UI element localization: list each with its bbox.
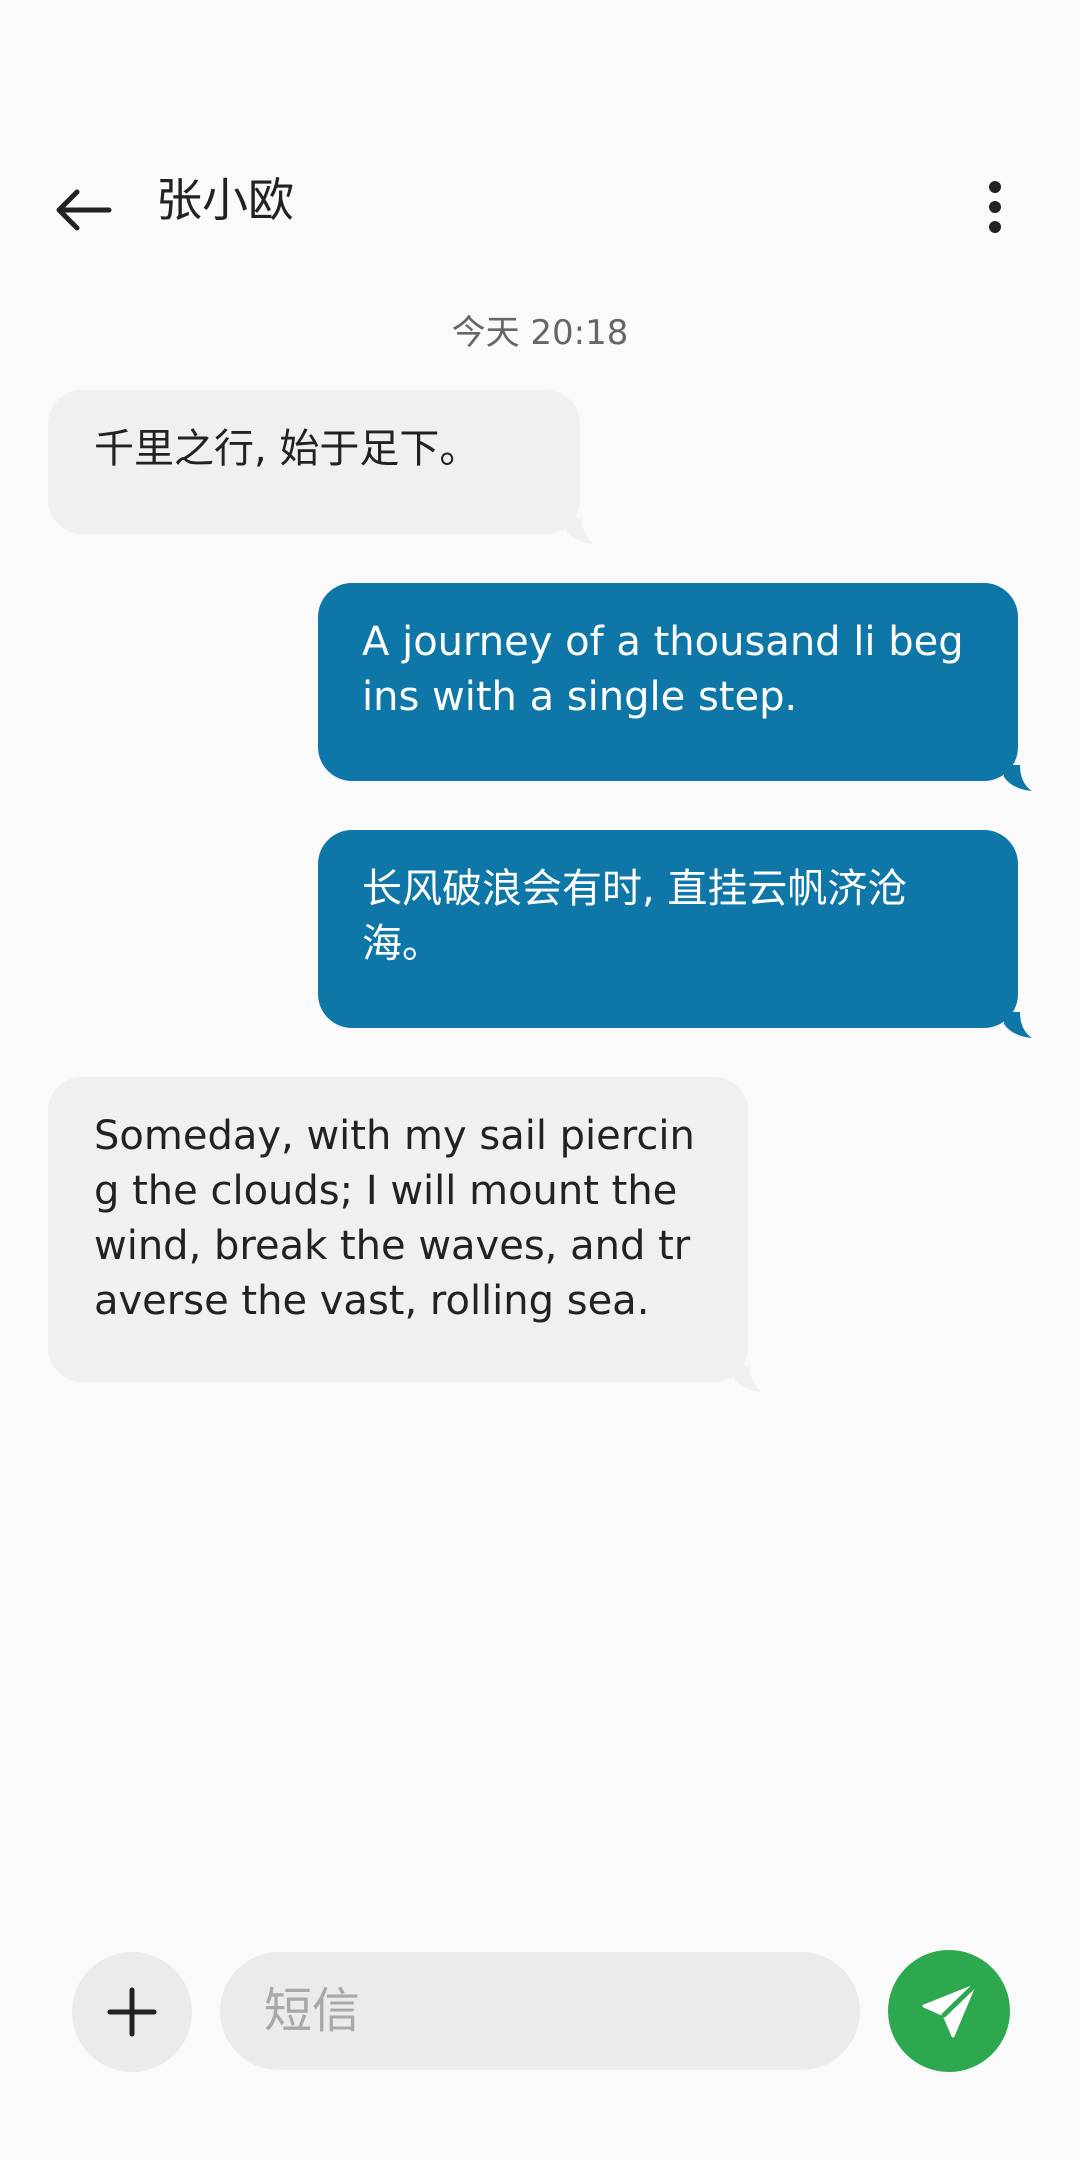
conversation-header: 张小欧 [0, 150, 1080, 260]
message-bubble-incoming[interactable]: Someday, with my sail piercing the cloud… [48, 1077, 762, 1392]
message-text: 长风破浪会有时, 直挂云帆济沧海。 [362, 866, 908, 967]
contact-name: 张小欧 [156, 173, 294, 227]
message-bubble-outgoing[interactable]: 长风破浪会有时, 直挂云帆济沧海。 [318, 830, 1032, 1038]
message-bubble-incoming[interactable]: 千里之行, 始于足下。 [48, 390, 594, 544]
plus-icon [107, 1987, 157, 2037]
bubble-tail [734, 1366, 762, 1392]
bubble-tail [1004, 1012, 1032, 1038]
message-text: A journey of a thousand li begins with a… [362, 619, 964, 720]
bubble-tail [1004, 765, 1032, 791]
send-button[interactable] [888, 1950, 1010, 2072]
message-bubble-outgoing[interactable]: A journey of a thousand li begins with a… [318, 583, 1032, 791]
message-text: 千里之行, 始于足下。 [94, 426, 480, 472]
message-input[interactable] [220, 1952, 860, 2070]
back-button[interactable] [48, 180, 118, 240]
arrow-left-icon [56, 189, 112, 231]
send-icon [922, 1983, 977, 2038]
bubble-tail [566, 518, 594, 544]
more-options-button[interactable] [970, 174, 1020, 240]
messages-screen: 张小欧 今天 20:18 千里之行, 始于足下。 A journey of a … [0, 0, 1080, 2160]
message-text: Someday, with my sail piercing the cloud… [94, 1113, 695, 1324]
conversation-timestamp: 今天 20:18 [451, 313, 629, 353]
more-vertical-icon [989, 181, 1001, 233]
add-attachment-button[interactable] [72, 1952, 192, 2072]
